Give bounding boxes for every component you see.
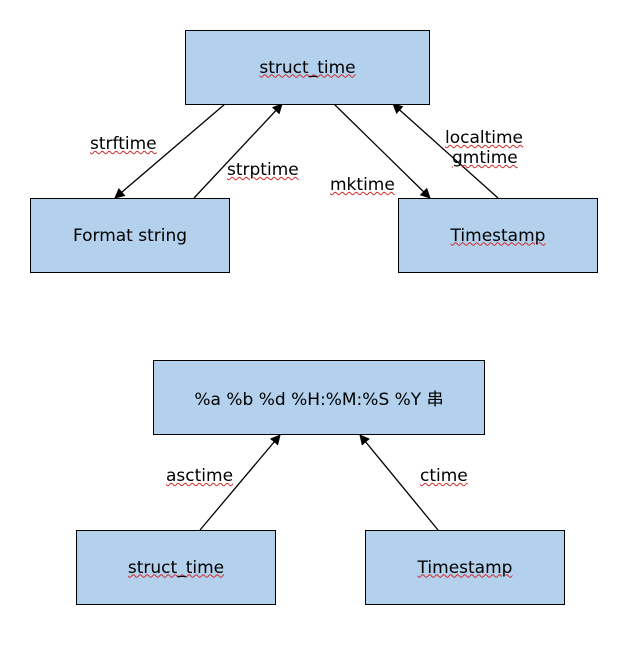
- label-localtime: localtime: [445, 128, 523, 148]
- label-ctime: ctime: [420, 466, 468, 486]
- box-timestamp-top: Timestamp: [398, 198, 598, 273]
- arrow-strptime: [194, 104, 282, 198]
- label-mktime: mktime: [330, 175, 395, 195]
- box-timestamp-bottom: Timestamp: [365, 530, 565, 605]
- label-gmtime: gmtime: [452, 148, 518, 168]
- box-format-string-label: Format string: [73, 226, 187, 246]
- box-format-pattern-label: %a %b %d %H:%M:%S %Y 串: [194, 385, 443, 410]
- box-struct-time-bottom: struct_time: [76, 530, 276, 605]
- diagram-canvas: struct_time Format string Timestamp strf…: [0, 0, 640, 651]
- label-strptime: strptime: [227, 160, 299, 180]
- box-struct-time-bottom-label: struct_time: [128, 558, 224, 578]
- label-asctime: asctime: [166, 466, 233, 486]
- label-strftime: strftime: [90, 134, 157, 154]
- box-timestamp-bottom-label: Timestamp: [418, 558, 513, 578]
- box-struct-time-top: struct_time: [185, 30, 430, 105]
- box-timestamp-top-label: Timestamp: [451, 226, 546, 246]
- box-format-pattern: %a %b %d %H:%M:%S %Y 串: [153, 360, 485, 435]
- box-struct-time-top-label: struct_time: [259, 58, 355, 78]
- box-format-string: Format string: [30, 198, 230, 273]
